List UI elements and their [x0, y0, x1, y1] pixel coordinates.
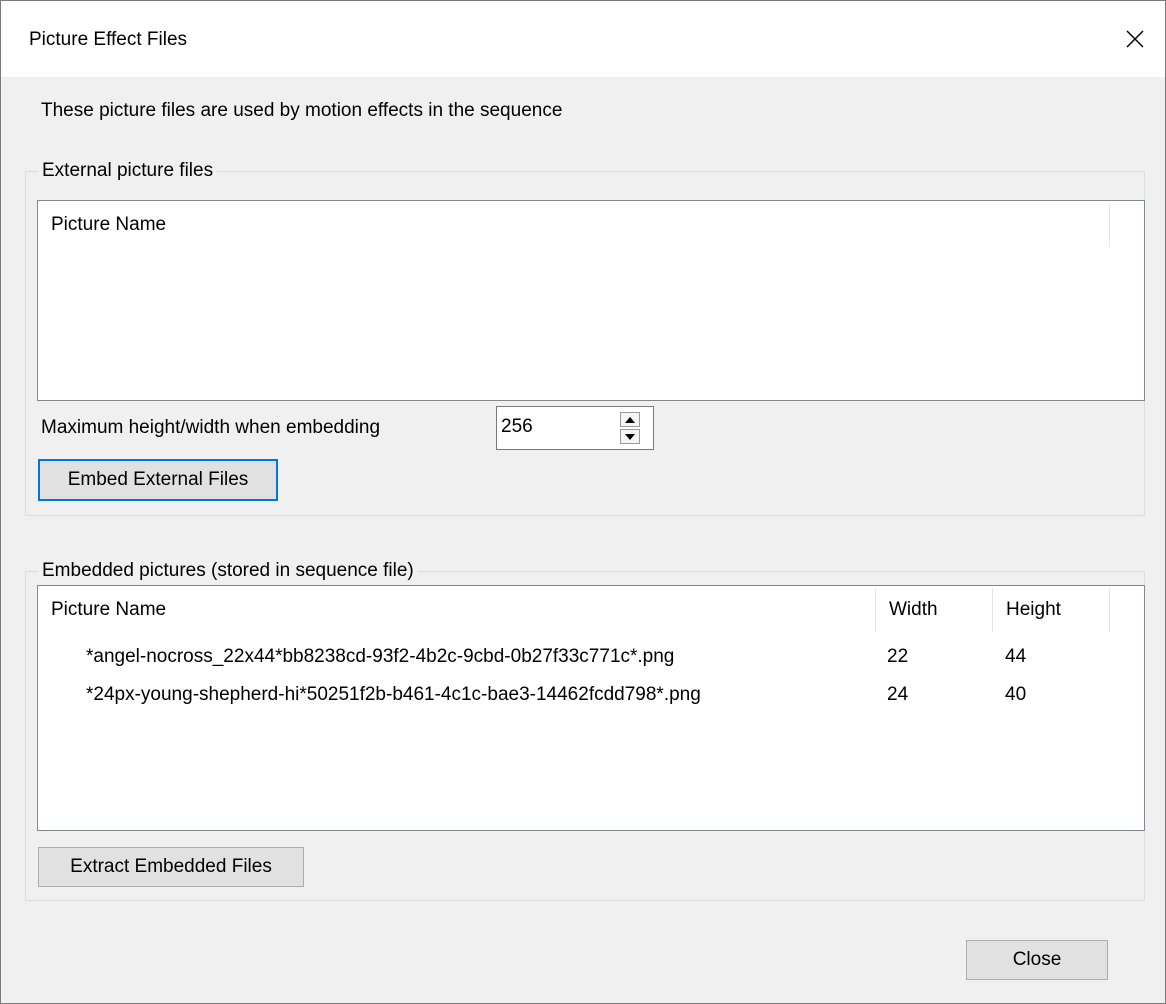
title-bar: Picture Effect Files	[1, 1, 1165, 77]
height-cell: 44	[1005, 646, 1027, 667]
triangle-up-icon	[625, 416, 635, 423]
intro-text: These picture files are used by motion e…	[41, 100, 563, 121]
close-icon[interactable]	[1105, 1, 1165, 77]
spinner-buttons	[620, 412, 640, 444]
external-files-list[interactable]: Picture Name	[37, 200, 1145, 401]
embedded-list-header: Picture Name Width Height	[38, 586, 1144, 634]
window-title: Picture Effect Files	[29, 29, 188, 50]
close-button[interactable]: Close	[966, 940, 1108, 980]
list-item[interactable]: *24px-young-shepherd-hi*50251f2b-b461-4c…	[38, 680, 1144, 710]
dialog-window: Picture Effect Files These picture files…	[0, 0, 1166, 1004]
width-cell: 24	[887, 684, 909, 705]
column-header-picture-name[interactable]: Picture Name	[38, 201, 1109, 249]
external-group-label: External picture files	[38, 160, 218, 182]
column-header-width[interactable]: Width	[876, 586, 992, 634]
column-divider	[1109, 588, 1110, 632]
embedded-files-list[interactable]: Picture Name Width Height *angel-nocross…	[37, 585, 1145, 831]
height-cell: 40	[1005, 684, 1027, 705]
picture-name-cell: *angel-nocross_22x44*bb8238cd-93f2-4b2c-…	[86, 646, 675, 667]
triangle-down-icon	[625, 433, 635, 440]
embedded-group-label: Embedded pictures (stored in sequence fi…	[38, 560, 418, 582]
max-size-input[interactable]	[501, 409, 616, 445]
embed-external-files-button[interactable]: Embed External Files	[38, 459, 278, 501]
external-list-header: Picture Name	[38, 201, 1144, 249]
list-item[interactable]: *angel-nocross_22x44*bb8238cd-93f2-4b2c-…	[38, 642, 1144, 672]
spin-up-button[interactable]	[620, 412, 640, 427]
spin-down-button[interactable]	[620, 429, 640, 444]
column-header-picture-name[interactable]: Picture Name	[38, 586, 875, 634]
column-header-height[interactable]: Height	[993, 586, 1110, 634]
width-cell: 22	[887, 646, 909, 667]
max-size-spinner	[496, 406, 654, 450]
picture-name-cell: *24px-young-shepherd-hi*50251f2b-b461-4c…	[86, 684, 701, 705]
column-divider	[1109, 203, 1110, 247]
max-size-label: Maximum height/width when embedding	[41, 417, 381, 438]
extract-embedded-files-button[interactable]: Extract Embedded Files	[38, 847, 304, 887]
